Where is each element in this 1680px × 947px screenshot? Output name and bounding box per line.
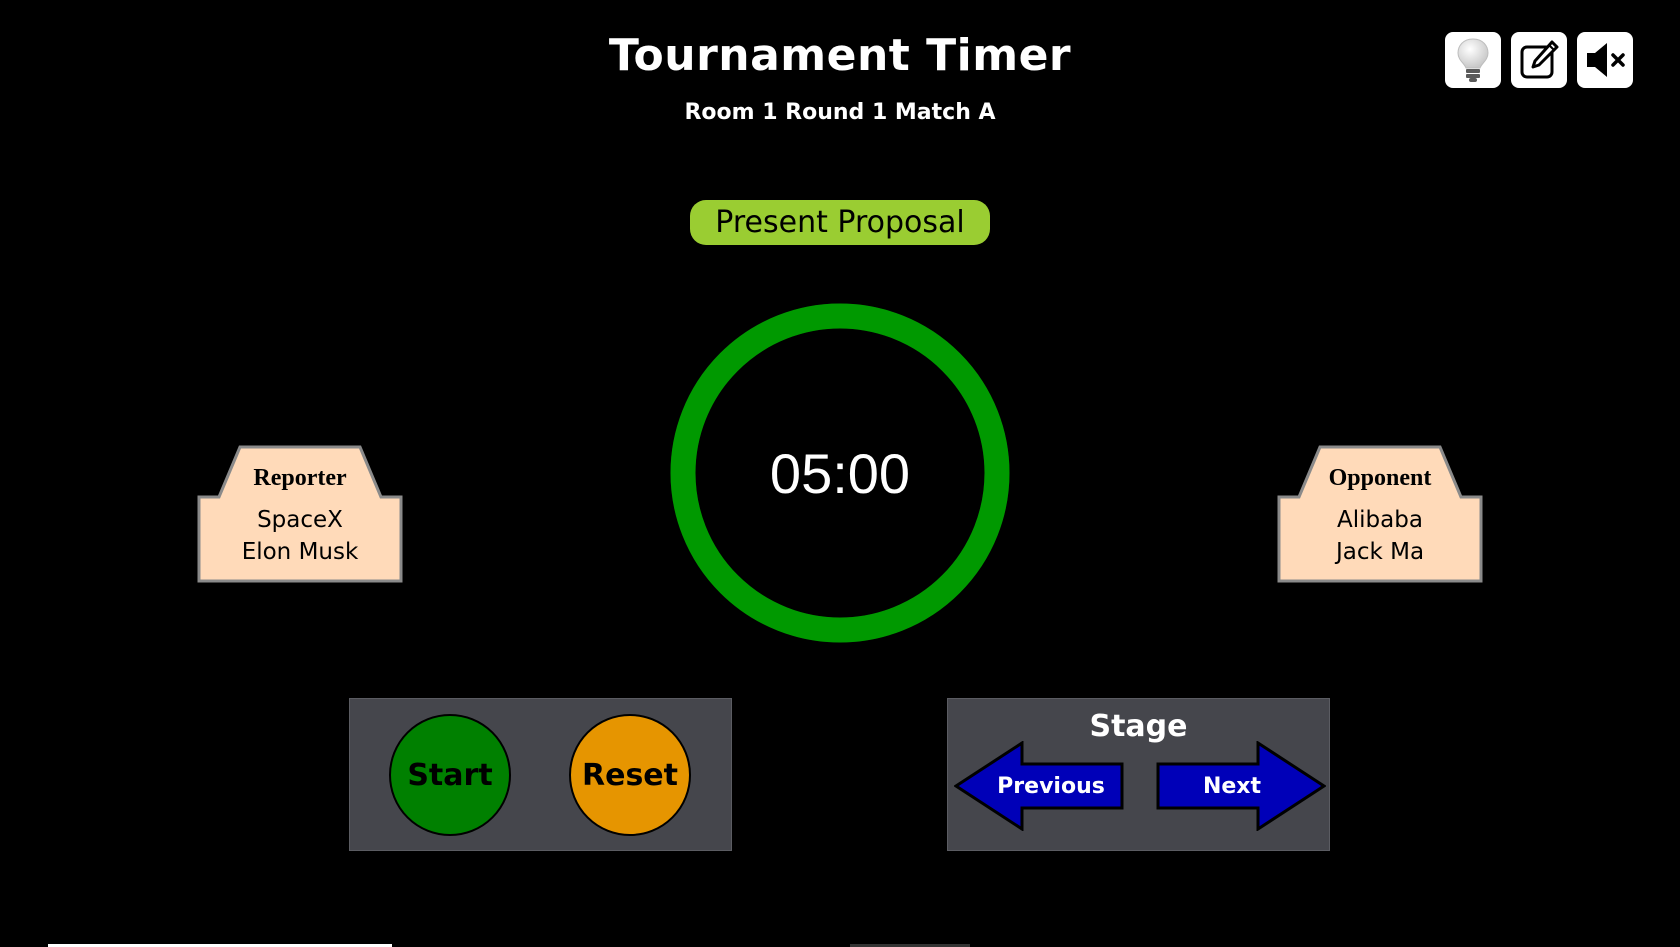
edit-icon [1520,40,1559,79]
reporter-person: Elon Musk [241,539,359,565]
next-stage-button[interactable]: Next [1156,741,1326,831]
page-title: Tournament Timer [608,30,1072,81]
next-stage-label: Next [1202,773,1262,799]
tournament-timer-page: Tournament Timer Room 1 Round 1 Match A [0,0,1680,947]
reset-button[interactable]: Reset [569,714,691,836]
timer-controls-panel: Start Reset [349,698,732,851]
mute-icon [1587,43,1625,77]
stage-nav-panel: Stage Previous Next [947,698,1330,851]
start-button[interactable]: Start [389,714,511,836]
reporter-team: SpaceX [257,507,343,533]
reporter-role-label: Reporter [253,465,347,491]
opponent-person: Jack Ma [1335,539,1425,565]
timer-display: 05:00 [769,441,911,505]
reporter-card: Reporter SpaceX Elon Musk [197,445,403,583]
current-stage-badge: Present Proposal [690,200,990,245]
previous-stage-button[interactable]: Previous [954,741,1124,831]
mute-button[interactable] [1577,32,1633,88]
opponent-role-label: Opponent [1328,465,1432,491]
lightbulb-button[interactable] [1445,32,1501,88]
opponent-team: Alibaba [1337,507,1423,533]
match-subtitle: Room 1 Round 1 Match A [684,100,996,125]
previous-stage-label: Previous [997,773,1105,799]
lightbulb-icon [1457,38,1489,82]
opponent-card: Opponent Alibaba Jack Ma [1277,445,1483,583]
edit-button[interactable] [1511,32,1567,88]
stage-nav-title: Stage [1089,709,1188,744]
